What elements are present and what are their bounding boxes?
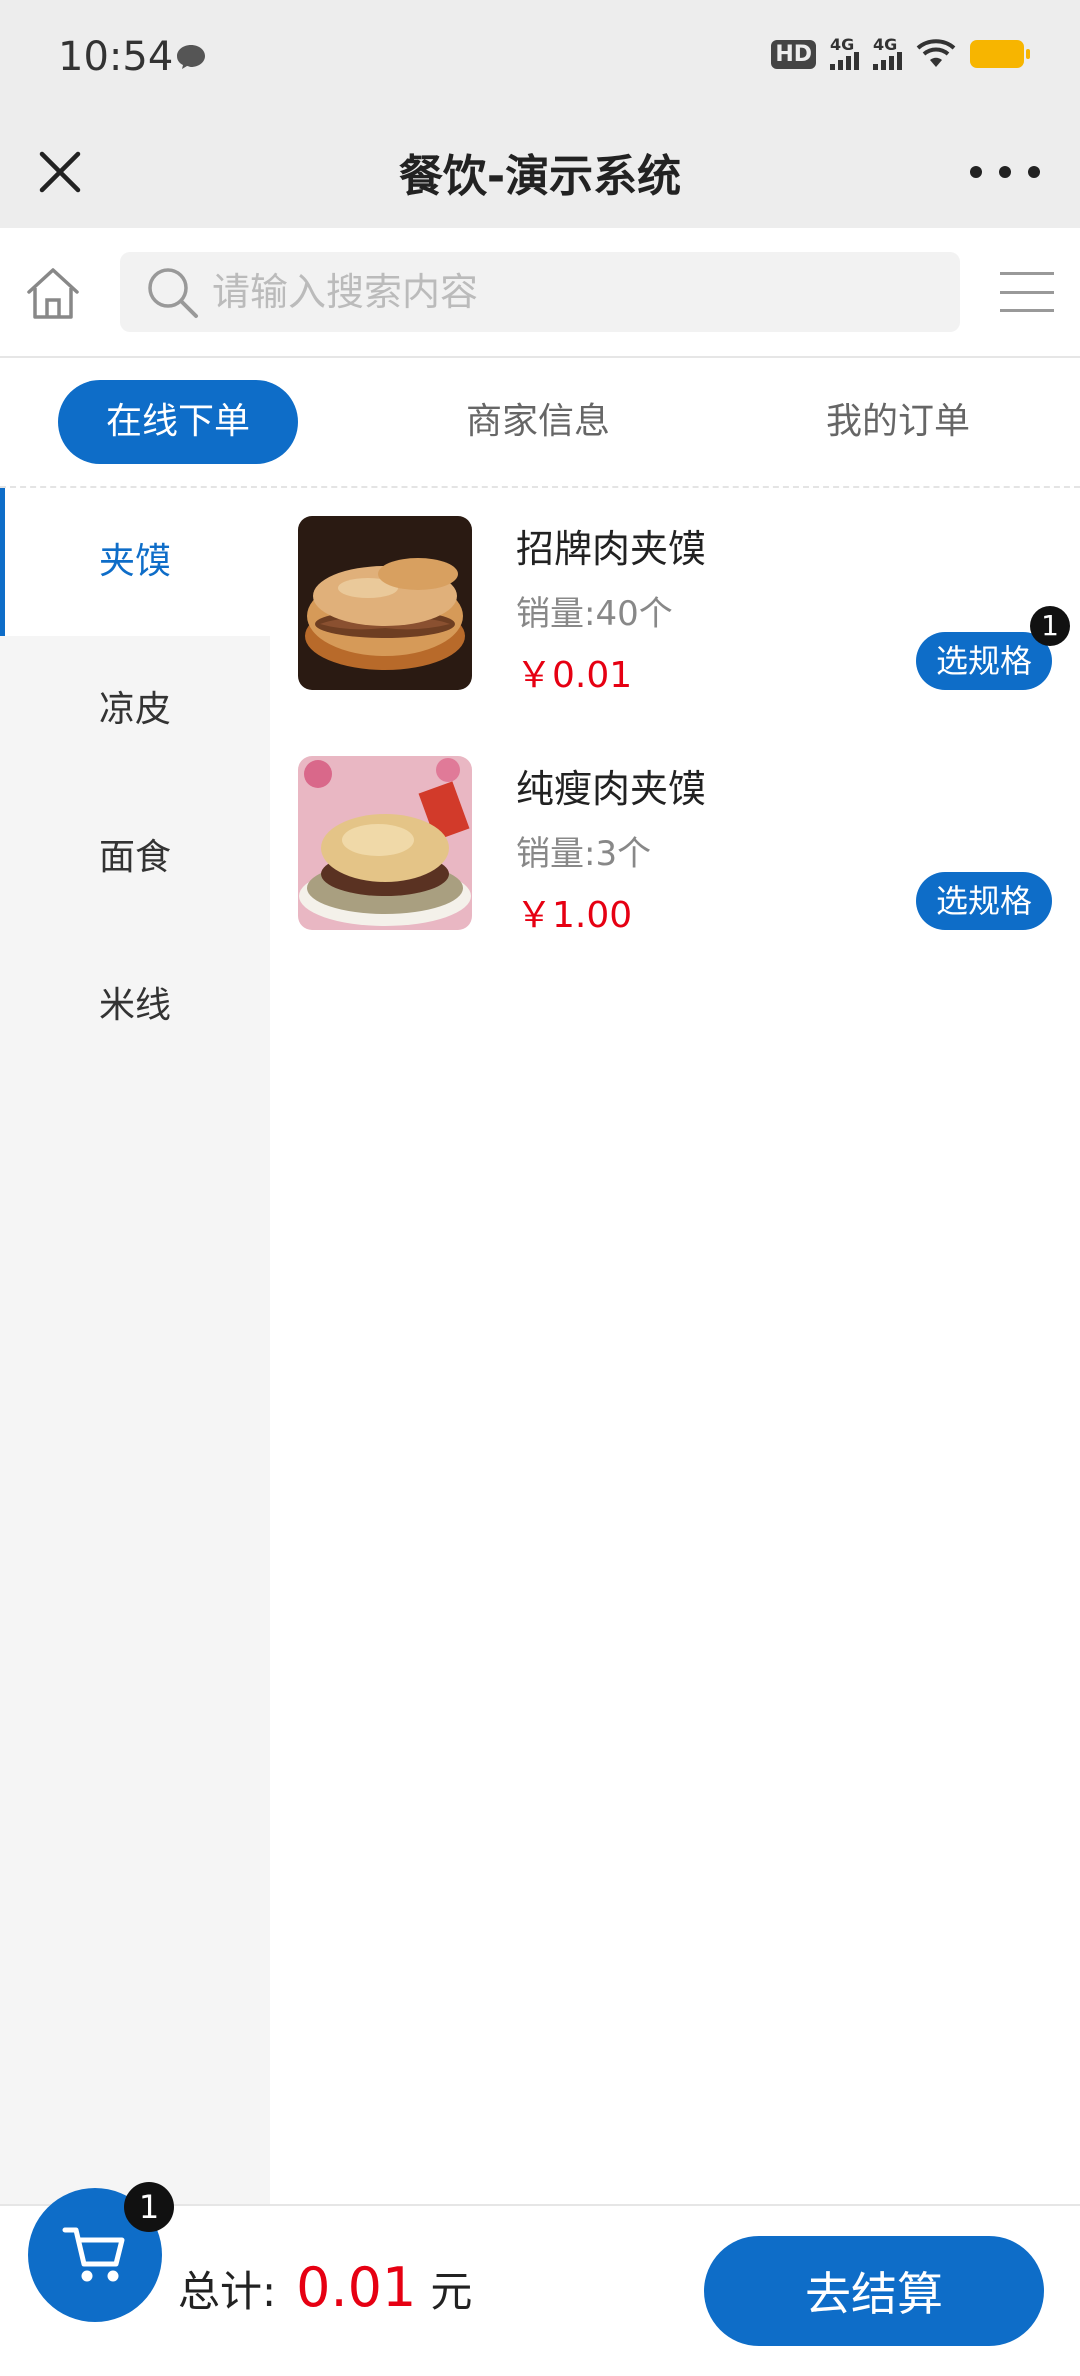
product-name: 招牌肉夹馍 <box>516 527 707 571</box>
product-price: ￥1.00 <box>516 895 633 936</box>
cart-total: 总计: 0.01 元 <box>178 2256 472 2319</box>
tab-online-order[interactable]: 在线下单 <box>58 380 298 464</box>
total-label: 总计: <box>178 2267 277 2316</box>
category-sidebar: 夹馍 凉皮 面食 米线 <box>0 488 270 2204</box>
tab-my-orders[interactable]: 我的订单 <box>778 380 1018 464</box>
currency-label: 元 <box>430 2267 473 2316</box>
hd-icon: HD <box>771 39 816 69</box>
cart-count-badge: 1 <box>124 2182 174 2232</box>
checkout-button[interactable]: 去结算 <box>704 2236 1044 2346</box>
tab-bar: 在线下单 商家信息 我的订单 <box>0 358 1080 488</box>
network-label: 4G <box>873 35 898 54</box>
tab-merchant-info[interactable]: 商家信息 <box>418 380 658 464</box>
signal-icon: 4G <box>830 35 859 70</box>
signal-icon: 4G <box>873 35 902 70</box>
product-item: 纯瘦肉夹馍 销量:3个 ￥1.00 选规格 <box>270 728 1080 968</box>
network-label: 4G <box>830 35 855 54</box>
product-price: ￥0.01 <box>516 655 633 696</box>
quantity-badge: 1 <box>1030 606 1070 646</box>
search-bar <box>0 228 1080 358</box>
product-item: 招牌肉夹馍 销量:40个 ￥0.01 选规格 1 <box>270 488 1080 728</box>
category-item-mianshi[interactable]: 面食 <box>0 784 270 932</box>
cart-bar: 1 总计: 0.01 元 去结算 <box>0 2182 1080 2376</box>
select-spec-button[interactable]: 选规格 <box>916 872 1052 930</box>
product-name: 纯瘦肉夹馍 <box>516 767 707 811</box>
message-icon <box>177 45 205 69</box>
category-item-jiamo[interactable]: 夹馍 <box>0 488 270 636</box>
title-bar: 餐饮-演示系统 <box>0 116 1080 228</box>
status-bar: 10:54 HD 4G 4G <box>0 0 1080 116</box>
battery-icon <box>970 40 1030 68</box>
product-image[interactable] <box>298 516 472 690</box>
wifi-icon <box>916 39 956 67</box>
product-list: 招牌肉夹馍 销量:40个 ￥0.01 选规格 1 纯瘦肉夹馍 销量:3个 ￥1.… <box>270 488 1080 968</box>
page-title: 餐饮-演示系统 <box>398 151 682 202</box>
cart-icon <box>62 2227 125 2282</box>
search-input[interactable] <box>200 270 960 314</box>
select-spec-button[interactable]: 选规格 <box>916 632 1052 690</box>
search-icon <box>148 268 198 318</box>
category-item-liangpi[interactable]: 凉皮 <box>0 636 270 784</box>
product-sales: 销量:40个 <box>516 594 673 634</box>
more-icon[interactable] <box>970 150 1040 194</box>
home-icon[interactable] <box>24 264 82 322</box>
total-amount: 0.01 <box>296 2256 417 2319</box>
product-sales: 销量:3个 <box>516 834 652 874</box>
menu-icon[interactable] <box>1000 272 1054 312</box>
status-time: 10:54 <box>58 34 174 80</box>
search-box <box>120 252 960 332</box>
product-image[interactable] <box>298 756 472 930</box>
category-item-mixian[interactable]: 米线 <box>0 932 270 1080</box>
status-icons: HD 4G 4G <box>771 35 1030 70</box>
